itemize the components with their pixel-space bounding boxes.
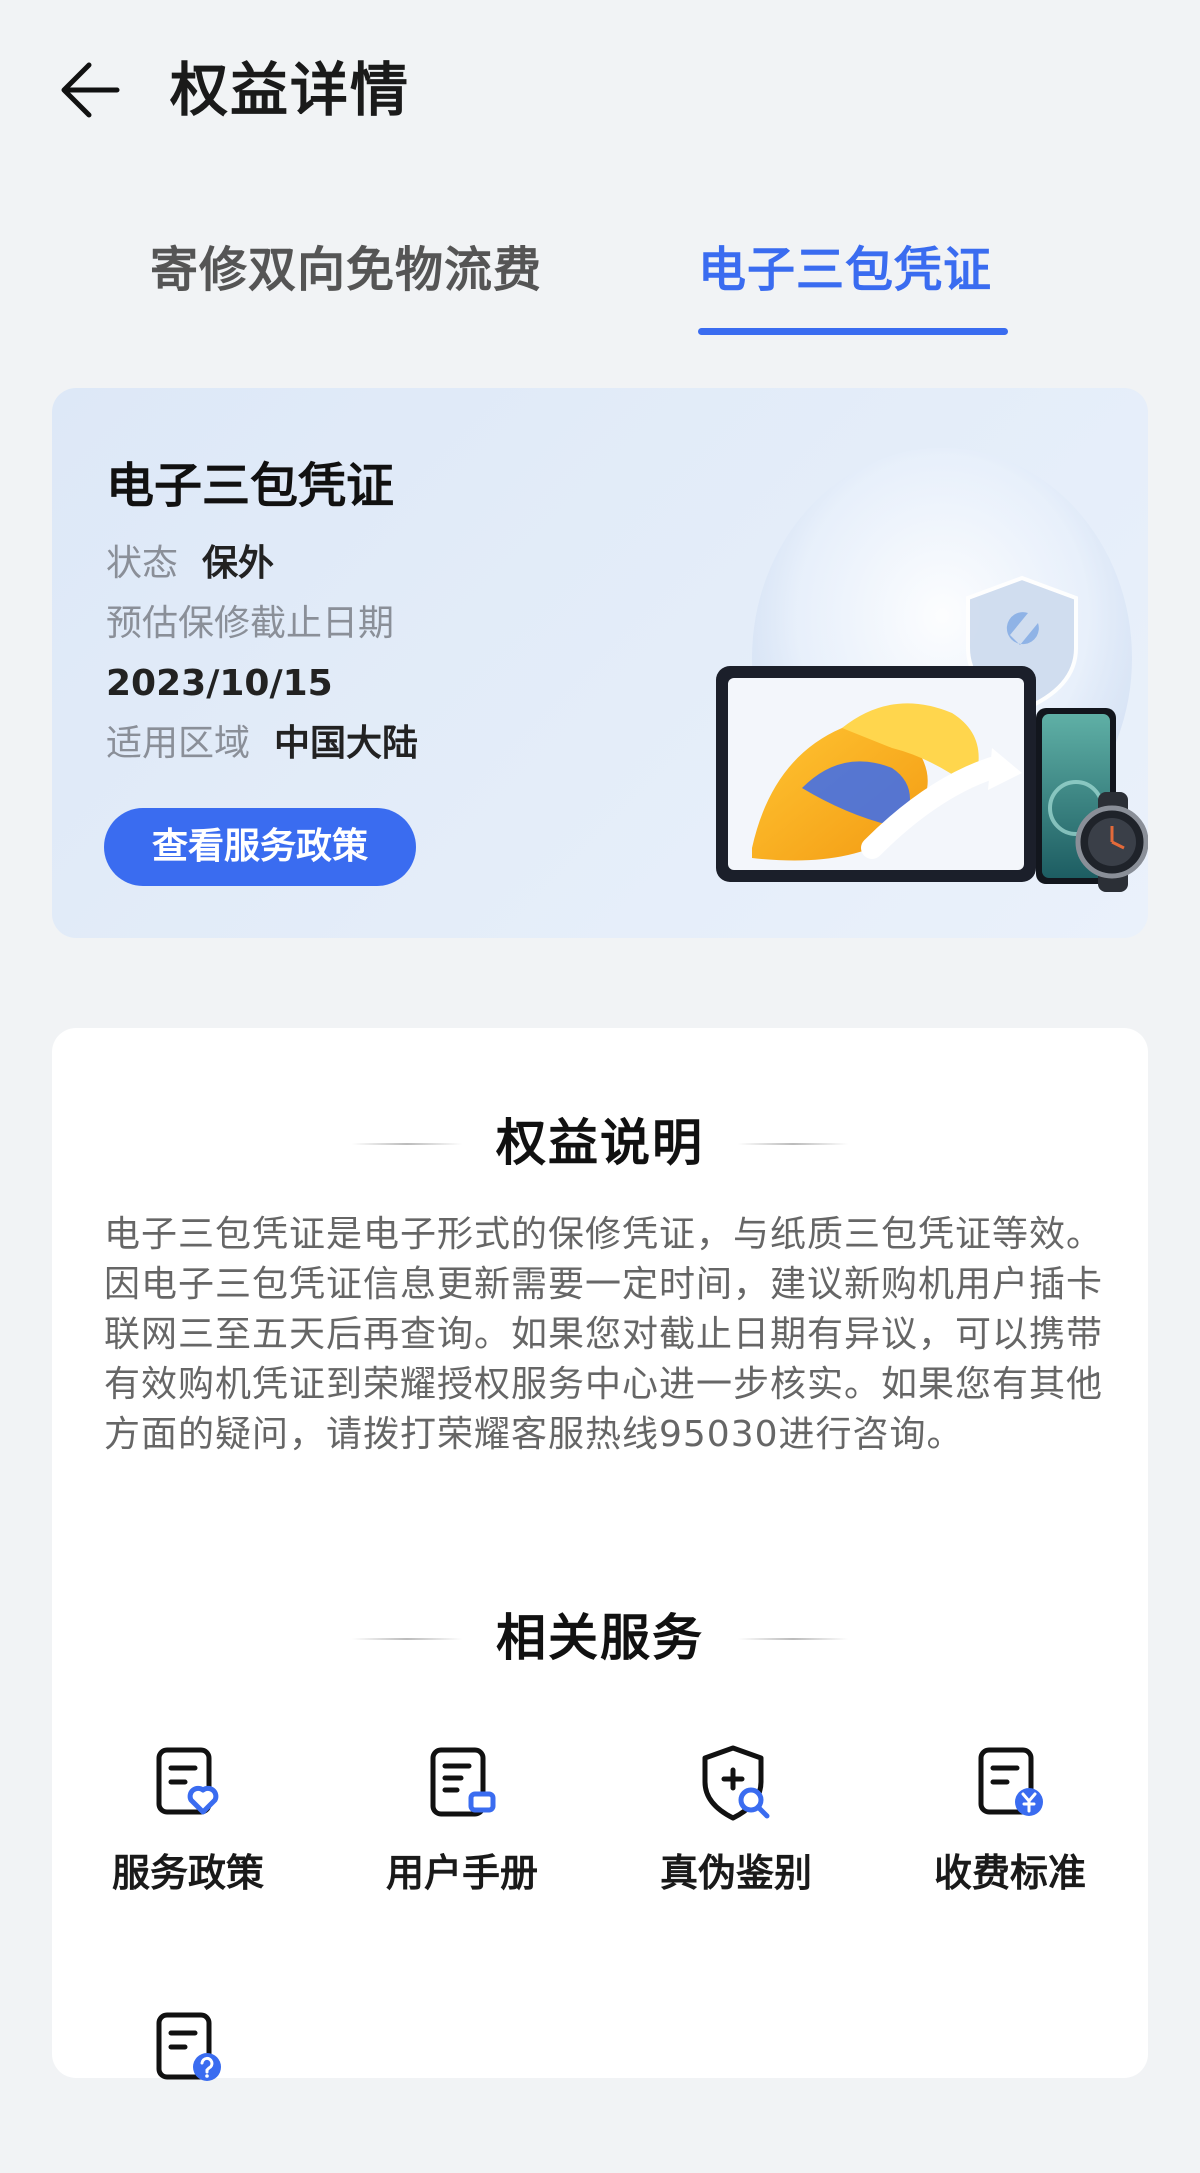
user-manual-item[interactable]: 用户手册 bbox=[362, 1738, 562, 1908]
back-button[interactable] bbox=[50, 50, 130, 130]
expiry-date: 2023/10/15 bbox=[106, 663, 333, 704]
user-manual-label: 用户手册 bbox=[385, 1851, 538, 1895]
benefits-card: 权益说明 电子三包凭证是电子形式的保修凭证，与纸质三包凭证等效。因电子三包凭证信… bbox=[52, 1028, 1148, 2081]
service-policy-item[interactable]: 服务政策 bbox=[88, 1738, 288, 1908]
document-yuan-icon bbox=[978, 1747, 1043, 1816]
region-label: 适用区域 bbox=[106, 723, 251, 764]
heading-divider-left bbox=[352, 1638, 462, 1640]
tab-free-shipping[interactable]: 寄修双向免物流费 bbox=[150, 230, 542, 310]
header: 权益详情 bbox=[0, 0, 1200, 180]
region-value: 中国大陆 bbox=[274, 723, 419, 764]
document-question-icon bbox=[156, 2012, 221, 2081]
status-label: 状态 bbox=[106, 543, 179, 584]
authenticity-check-item[interactable]: 真伪鉴别 bbox=[636, 1738, 836, 1908]
benefits-heading: 权益说明 bbox=[52, 1108, 1148, 1178]
tablet-icon bbox=[716, 666, 1036, 882]
expiry-label: 预估保修截止日期 bbox=[106, 603, 395, 644]
devices-illustration bbox=[716, 448, 1148, 892]
active-tab-indicator bbox=[698, 328, 1008, 335]
book-icon bbox=[430, 1747, 496, 1817]
fee-standard-item[interactable]: 收费标准 bbox=[910, 1738, 1110, 1908]
heading-divider-right bbox=[738, 1143, 848, 1145]
expiry-label-row: 预估保修截止日期 bbox=[106, 598, 394, 650]
status-value: 保外 bbox=[202, 543, 275, 584]
heading-divider-right bbox=[738, 1638, 848, 1640]
authenticity-check-label: 真伪鉴别 bbox=[659, 1851, 812, 1895]
faq-item[interactable] bbox=[88, 2003, 288, 2173]
heading-divider-left bbox=[352, 1143, 462, 1145]
document-heart-icon bbox=[156, 1747, 219, 1815]
region-row: 适用区域 中国大陆 bbox=[106, 718, 418, 770]
warranty-card: 电子三包凭证 状态 保外 预估保修截止日期 2023/10/15 适用区域 中国大陆… bbox=[52, 388, 1148, 938]
arrow-left-icon bbox=[61, 62, 120, 118]
tab-bar: 寄修双向免物流费 电子三包凭证 bbox=[0, 230, 1200, 340]
benefits-description: 电子三包凭证是电子形式的保修凭证，与纸质三包凭证等效。因电子三包凭证信息更新需要… bbox=[104, 1214, 1104, 1455]
related-services-heading: 相关服务 bbox=[52, 1603, 1148, 1673]
fee-standard-label: 收费标准 bbox=[933, 1851, 1086, 1895]
warranty-card-title: 电子三包凭证 bbox=[106, 458, 395, 514]
benefits-heading-text: 权益说明 bbox=[496, 1114, 704, 1172]
expiry-value-row: 2023/10/15 bbox=[106, 658, 333, 710]
page-title: 权益详情 bbox=[170, 56, 411, 124]
view-service-policy-button[interactable]: 查看服务政策 bbox=[104, 808, 416, 886]
tab-e-warranty[interactable]: 电子三包凭证 bbox=[698, 230, 992, 310]
service-policy-label: 服务政策 bbox=[111, 1851, 264, 1895]
related-services-heading-text: 相关服务 bbox=[496, 1609, 704, 1667]
shield-search-icon bbox=[702, 1745, 770, 1821]
status-row: 状态 保外 bbox=[106, 538, 274, 590]
